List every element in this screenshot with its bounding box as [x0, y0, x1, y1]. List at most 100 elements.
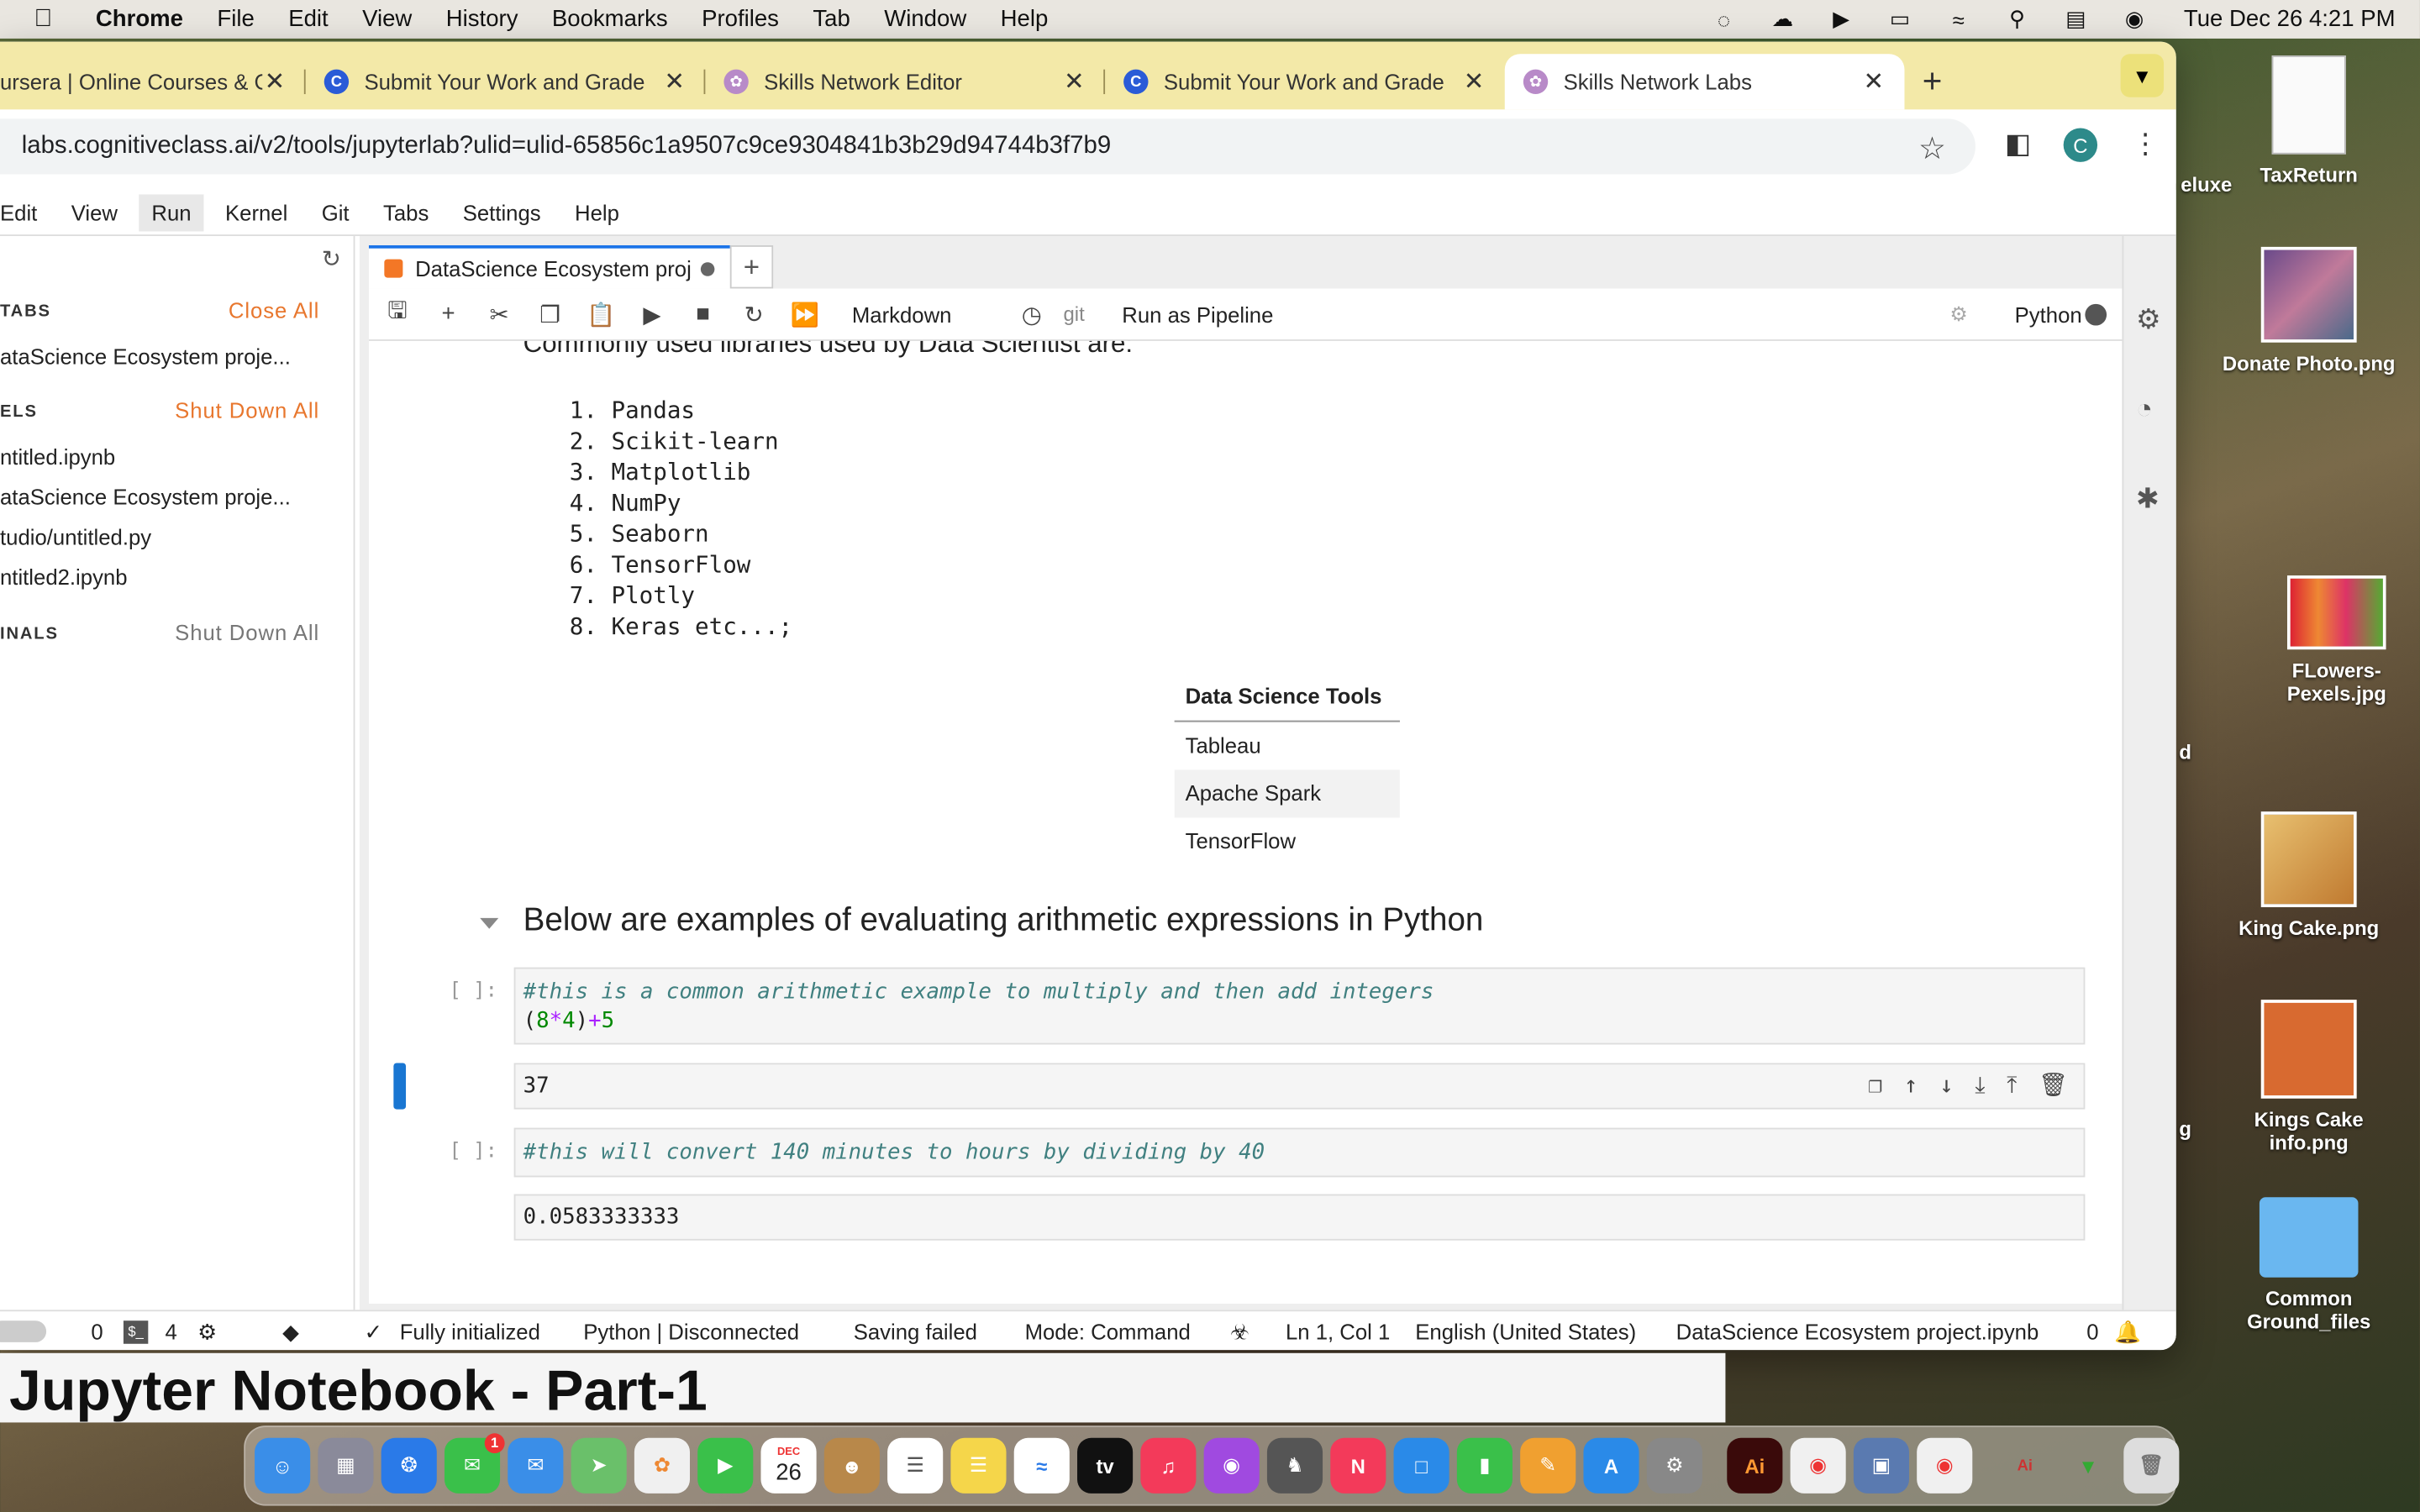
menu-view[interactable]: View	[362, 6, 412, 32]
clock-icon[interactable]: ◷	[1007, 300, 1058, 328]
jmenu-tabs[interactable]: Tabs	[371, 194, 441, 231]
insert-above-icon[interactable]: ⤓	[1975, 1071, 1985, 1099]
desktop-partial-label[interactable]: d	[2179, 741, 2191, 764]
downloads-icon[interactable]: ▼	[2060, 1438, 2116, 1494]
maps-icon[interactable]: ➤	[571, 1437, 627, 1494]
open-tab-item[interactable]: ataScience Ecosystem proje...	[0, 344, 291, 369]
shutdown-all-terminals-button[interactable]: Shut Down All	[175, 620, 319, 644]
trash-icon[interactable]: 🗑	[2123, 1437, 2180, 1494]
close-icon[interactable]: ✕	[1062, 66, 1086, 97]
terminal-icon[interactable]: $_	[123, 1320, 149, 1344]
reminders-icon[interactable]: ☰	[887, 1437, 944, 1494]
menu-bookmarks[interactable]: Bookmarks	[552, 6, 668, 32]
desktop-icon-taxreturn[interactable]: TaxReturn	[2217, 55, 2402, 186]
menu-app-name[interactable]: Chrome	[96, 6, 183, 32]
chess-icon[interactable]: ♞	[1266, 1437, 1323, 1494]
control-center-icon[interactable]: ▤	[2060, 6, 2091, 30]
menu-profiles[interactable]: Profiles	[702, 6, 779, 32]
loading-icon[interactable]: ◌	[1708, 7, 1739, 31]
cut-icon[interactable]: ✂	[474, 300, 525, 328]
news-icon[interactable]: N	[1330, 1437, 1386, 1494]
desktop-icon-flowers[interactable]: FLowers-Pexels.jpg	[2244, 575, 2420, 705]
preview-icon[interactable]: ▣	[1853, 1437, 1909, 1494]
notebook-body[interactable]: Commonly used libraries used by Data Sci…	[368, 340, 2123, 1305]
insert-cell-icon[interactable]: +	[423, 301, 474, 327]
delete-icon[interactable]: 🗑	[2039, 1071, 2068, 1099]
move-down-icon[interactable]: ↓	[1939, 1071, 1954, 1099]
save-icon[interactable]: 🖫	[372, 295, 424, 333]
output-cell[interactable]: 37 ❐ ↑ ↓ ⤓ ⤒ 🗑	[513, 1063, 2086, 1110]
bell-icon[interactable]: 🔔	[2114, 1319, 2141, 1345]
run-as-pipeline-button[interactable]: Run as Pipeline	[1122, 302, 1273, 326]
desktop-icon-common-ground[interactable]: Common Ground_files	[2217, 1197, 2402, 1333]
finder-icon[interactable]: ☺	[255, 1437, 311, 1494]
property-inspector-icon[interactable]: ⚙	[2136, 304, 2161, 337]
cursor-position[interactable]: Ln 1, Col 1	[1286, 1319, 1390, 1343]
jmenu-help[interactable]: Help	[562, 194, 631, 231]
code-cell[interactable]: #this will convert 140 minutes to hours …	[513, 1127, 2086, 1178]
contacts-icon[interactable]: ☻	[823, 1437, 880, 1494]
desktop-icon-king-cake[interactable]: King Cake.png	[2217, 811, 2402, 940]
desktop-partial-label[interactable]: g	[2179, 1117, 2191, 1141]
trusted-icon[interactable]: ☣	[1230, 1319, 1249, 1345]
desktop-icon-donate-photo[interactable]: Donate Photo.png	[2217, 246, 2402, 375]
calendar-icon[interactable]: DEC 26	[760, 1437, 817, 1494]
messages-icon[interactable]: ✉ 1	[444, 1433, 505, 1494]
address-bar[interactable]: labs.cognitiveclass.ai/v2/tools/jupyterl…	[0, 118, 1975, 175]
insert-below-icon[interactable]: ⤒	[2007, 1071, 2017, 1099]
photos-icon[interactable]: ✿	[634, 1437, 691, 1494]
debugger-icon[interactable]: ✱	[2136, 483, 2160, 516]
freeform-icon[interactable]: ≈	[1013, 1437, 1070, 1494]
new-launcher-button[interactable]: +	[729, 245, 774, 289]
close-all-button[interactable]: Close All	[229, 297, 319, 322]
podcasts-icon[interactable]: ◉	[1203, 1437, 1260, 1494]
jmenu-settings[interactable]: Settings	[450, 194, 553, 231]
desktop-icon-kings-cake-info[interactable]: Kings Cake info.png	[2217, 1000, 2402, 1154]
kernel-item[interactable]: ataScience Ecosystem proje...	[0, 485, 291, 509]
close-icon[interactable]: ✕	[1461, 66, 1486, 97]
notebook-doc-tab[interactable]: DataScience Ecosystem proj	[368, 245, 771, 289]
jmenu-git[interactable]: Git	[309, 194, 361, 231]
kernel-item[interactable]: ntitled.ipynb	[0, 444, 115, 469]
kernel-count[interactable]: 0	[91, 1319, 103, 1343]
restart-icon[interactable]: ↻	[729, 300, 780, 328]
run-all-icon[interactable]: ⏩	[780, 300, 831, 328]
debugger-icon[interactable]: ⚙	[1949, 302, 1967, 326]
browser-tab[interactable]: C Submit Your Work and Grade ✕	[1105, 54, 1505, 109]
menu-history[interactable]: History	[446, 6, 518, 32]
notification-count[interactable]: 0	[2086, 1319, 2098, 1343]
cell-type-select[interactable]: Markdown	[852, 302, 1007, 326]
chrome-icon[interactable]: ◉	[1917, 1437, 1973, 1494]
cpu-icon[interactable]: ⚙	[197, 1319, 217, 1345]
initialized-status[interactable]: Fully initialized	[400, 1319, 540, 1343]
stop-icon[interactable]: ■	[677, 301, 729, 327]
jmenu-run[interactable]: Run	[139, 193, 204, 231]
jmenu-kernel[interactable]: Kernel	[213, 194, 300, 231]
keynote-icon[interactable]: □	[1393, 1437, 1449, 1494]
launchpad-icon[interactable]: ▦	[318, 1437, 374, 1494]
code-cell[interactable]: #this is a common arithmetic example to …	[513, 967, 2086, 1045]
apple-tv-icon[interactable]: tv	[1077, 1437, 1134, 1494]
kernel-item[interactable]: tudio/untitled.py	[0, 524, 151, 549]
pages-icon[interactable]: ✎	[1520, 1437, 1576, 1494]
copy-icon[interactable]: ❐	[524, 300, 576, 328]
chrome-icon[interactable]: ◉	[1790, 1437, 1846, 1494]
jmenu-view[interactable]: View	[59, 194, 130, 231]
menu-file[interactable]: File	[217, 6, 254, 32]
illustrator-icon[interactable]: Ai	[1727, 1437, 1783, 1494]
numbers-icon[interactable]: ▮	[1456, 1437, 1512, 1494]
close-icon[interactable]: ✕	[662, 66, 687, 97]
paste-icon[interactable]: 📋	[576, 300, 627, 328]
illustrator-file-icon[interactable]: Ai	[1997, 1438, 2053, 1494]
kernel-name[interactable]: Python	[2015, 302, 2082, 326]
menu-window[interactable]: Window	[884, 6, 966, 32]
menubar-clock[interactable]: Tue Dec 26 4:21 PM	[2184, 6, 2396, 32]
notes-icon[interactable]: ☰	[950, 1437, 1007, 1494]
browser-tab[interactable]: ✿ Skills Network Editor ✕	[705, 54, 1106, 109]
search-icon[interactable]: ⚲	[2002, 6, 2033, 30]
terminal-count[interactable]: 4	[166, 1319, 177, 1343]
more-menu-icon[interactable]: ⋮	[2131, 128, 2159, 160]
duplicate-icon[interactable]: ❐	[1868, 1071, 1882, 1099]
unsaved-dot-icon[interactable]	[700, 261, 715, 276]
background-window[interactable]: Jupyter Notebook - Part-1	[0, 1352, 1726, 1423]
